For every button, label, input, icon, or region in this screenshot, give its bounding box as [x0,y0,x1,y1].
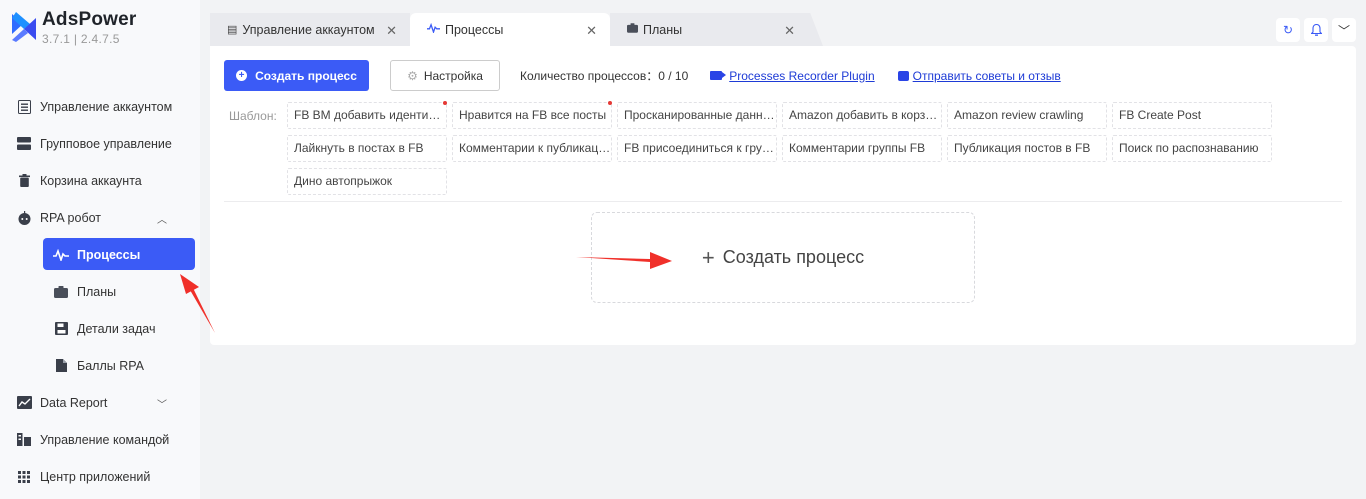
save-icon [53,321,69,337]
sidebar-item-rpa-robot[interactable]: RPA робот ︿ [0,199,200,236]
settings-button[interactable]: ⚙ Настройка [390,60,500,91]
chevron-down-icon: ﹀ [157,400,167,411]
chevron-up-icon: ︿ [157,215,167,226]
close-icon[interactable]: ✕ [784,23,795,39]
sidebar-item-label: Управление командой [40,432,170,447]
sidebar-item-rpa-points[interactable]: Баллы RPA [0,347,200,384]
chevron-down-icon: ﹀ [1337,23,1350,38]
template-item[interactable]: Просканированные данные [617,102,777,129]
app-version: 3.7.1 | 2.4.7.5 [42,32,120,46]
sidebar-item-task-details[interactable]: Детали задач [0,310,200,347]
template-item[interactable]: Комментарии группы FB [782,135,942,162]
plus-circle-icon: + [236,70,248,81]
sidebar-item-account-trash[interactable]: Корзина аккаунта [0,162,200,199]
create-process-label: Создать процесс [255,68,357,83]
tab-actions: ↻ ﹀ [1276,18,1356,42]
chevron-down-icon: ﹀ [157,437,167,448]
tab-account-management[interactable]: ▤ Управление аккаунтом ✕ [210,13,410,46]
create-process-placeholder-label: Создать процесс [722,247,865,267]
gear-icon: ⚙ [407,68,418,83]
sidebar-item-label: Корзина аккаунта [40,173,142,188]
sidebar-item-group-management[interactable]: Групповое управление [0,125,200,162]
template-item[interactable]: Нравится на FB все посты [452,102,612,129]
list-icon: ▤ [227,24,238,36]
template-item[interactable]: Amazon добавить в корзину [782,102,942,129]
sidebar-item-app-center[interactable]: Центр приложений [0,458,200,495]
account-list-icon [16,99,32,115]
sidebar-item-label: Процессы [77,247,141,262]
plus-icon: + [701,244,715,270]
template-item[interactable]: Поиск по распознаванию [1112,135,1272,162]
close-icon[interactable]: ✕ [586,23,597,39]
close-icon[interactable]: ✕ [386,23,397,39]
sidebar: AdsPower 3.7.1 | 2.4.7.5 Управление акка… [0,0,200,499]
team-icon [16,432,32,448]
sidebar-item-label: Центр приложений [40,469,151,484]
briefcase-icon [627,23,638,36]
tab-label: Процессы [445,22,504,37]
process-count: Количество процессов：0 / 10 [520,69,689,83]
app-logo: AdsPower 3.7.1 | 2.4.7.5 [12,10,137,46]
sidebar-item-label: Управление аккаунтом [40,99,173,114]
new-badge-dot [443,101,447,105]
create-process-button[interactable]: + Создать процесс [224,60,369,91]
robot-icon [16,210,32,226]
sidebar-item-team-management[interactable]: Управление командой ﹀ [0,421,200,458]
tab-bar: ▤ Управление аккаунтом ✕ Процессы ✕ План… [210,13,1356,46]
pulse-icon [53,247,69,263]
templates-label: Шаблон: [229,109,277,123]
sidebar-item-processes[interactable]: Процессы [0,236,200,273]
processes-panel: + Создать процесс ⚙ Настройка Количество… [210,46,1356,345]
template-item[interactable]: Комментарии к публикациям [452,135,612,162]
tab-label: Управление аккаунтом [242,22,375,37]
bell-icon [1310,24,1322,36]
chat-icon [897,70,909,81]
chart-icon [16,395,32,411]
tab-label: Планы [643,22,683,37]
create-process-placeholder[interactable]: + Создать процесс [591,212,975,303]
sidebar-item-plans[interactable]: Планы [0,273,200,310]
notifications-button[interactable] [1304,18,1328,42]
refresh-icon: ↻ [1282,23,1294,37]
refresh-button[interactable]: ↻ [1276,18,1300,42]
sidebar-item-data-report[interactable]: Data Report ﹀ [0,384,200,421]
template-item[interactable]: Дино автопрыжок [287,168,447,195]
sidebar-item-label: Групповое управление [40,136,172,151]
pulse-icon [427,22,440,36]
briefcase-icon [53,284,69,300]
apps-grid-icon [16,469,32,485]
processes-recorder-plugin-link[interactable]: Processes Recorder Plugin [710,69,875,83]
sidebar-nav: Управление аккаунтом Групповое управлени… [0,88,200,495]
tab-processes[interactable]: Процессы ✕ [410,13,610,46]
template-item[interactable]: FB присоединиться к группе [617,135,777,162]
template-item[interactable]: Публикация постов в FB [947,135,1107,162]
sidebar-item-label: Детали задач [77,321,156,336]
settings-label: Настройка [423,68,483,83]
sidebar-item-account-management[interactable]: Управление аккаунтом [0,88,200,125]
document-icon [53,358,69,374]
sidebar-item-label: Data Report [40,395,108,410]
template-item[interactable]: FB Create Post [1112,102,1272,129]
more-dropdown-button[interactable]: ﹀ [1332,18,1356,42]
sidebar-item-label: Баллы RPA [77,358,144,373]
tab-plans[interactable]: Планы ✕ [610,13,823,46]
toolbar: + Создать процесс ⚙ Настройка Количество… [224,60,1061,91]
new-badge-dot [608,101,612,105]
template-item[interactable]: Amazon review crawling [947,102,1107,129]
sidebar-item-label: RPA робот [40,210,102,225]
sidebar-item-label: Планы [77,284,117,299]
trash-icon [16,173,32,189]
group-icon [16,136,32,152]
send-feedback-link[interactable]: Отправить советы и отзыв [897,69,1061,83]
adspower-logo-icon [12,12,36,42]
divider [224,201,1342,202]
video-camera-icon [710,71,727,80]
app-name: AdsPower [42,9,137,30]
template-item[interactable]: Лайкнуть в постах в FB [287,135,447,162]
template-item[interactable]: FB BM добавить идентификатор [287,102,447,129]
